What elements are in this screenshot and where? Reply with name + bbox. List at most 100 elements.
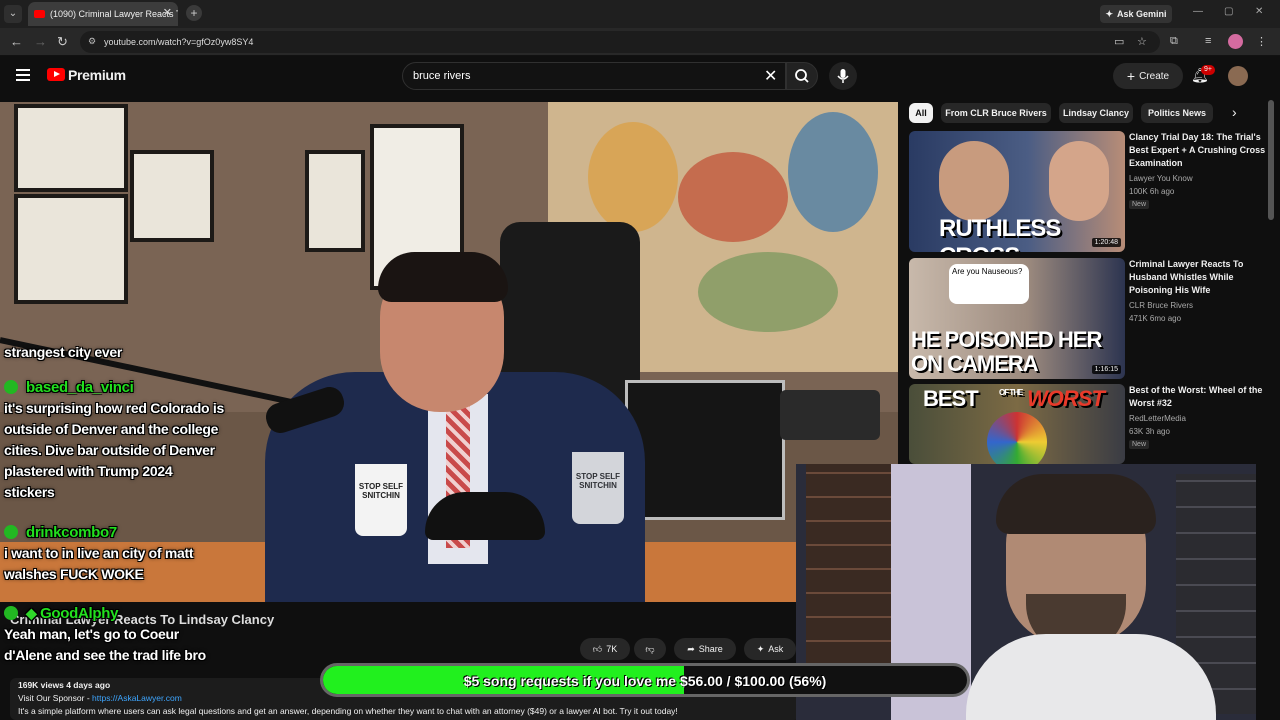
mug-right: STOP SELF SNITCHIN — [572, 452, 624, 524]
ask-gemini-label: Ask Gemini — [1117, 9, 1167, 19]
chip-lindsay-clancy[interactable]: Lindsay Clancy — [1059, 103, 1133, 123]
mug-text: STOP SELF SNITCHIN — [575, 472, 621, 490]
ask-gemini-button[interactable]: ✦ Ask Gemini — [1100, 5, 1172, 23]
thumbnail-text-worst: WORST — [1027, 386, 1105, 411]
address-bar[interactable]: youtube.com/watch?v=gfOz0yw8SY4 — [80, 31, 1160, 53]
host-hair — [378, 252, 508, 302]
chip-politics-news[interactable]: Politics News — [1141, 103, 1213, 123]
streamer-shirt — [966, 634, 1216, 720]
guide-menu-icon[interactable] — [16, 69, 30, 81]
gemini-icon: ✦ — [1105, 8, 1113, 19]
create-button[interactable]: + Create — [1113, 63, 1183, 89]
recommendation-title[interactable]: Best of the Worst: Wheel of the Worst #3… — [1129, 384, 1269, 410]
share-button[interactable]: ➦ Share — [674, 638, 736, 660]
thumbnail-text-best: BEST — [923, 386, 979, 411]
black-cap — [425, 492, 545, 540]
sparkle-icon: ✦ — [756, 643, 765, 654]
site-info-icon[interactable]: ⚙ — [88, 36, 99, 47]
forward-icon[interactable]: → — [34, 34, 47, 49]
recommendation-title[interactable]: Clancy Trial Day 18: The Trial's Best Ex… — [1129, 131, 1269, 170]
streamer-hair — [996, 474, 1156, 534]
cast-icon[interactable]: ▭ — [1114, 35, 1124, 48]
search-button[interactable] — [786, 62, 818, 90]
youtube-favicon-icon — [34, 10, 45, 18]
diploma-frame — [14, 194, 128, 304]
chat-message: ◆ GoodAlphy Yeah man, let's go to Coeur … — [4, 603, 206, 666]
chat-user-icon — [4, 525, 18, 539]
search-input[interactable] — [413, 70, 753, 82]
like-count: 7K — [606, 644, 618, 654]
scrollbar[interactable] — [1268, 100, 1274, 220]
recommendation-thumbnail[interactable]: RUTHLESS CROSS 1:20:48 — [909, 131, 1125, 252]
thumbnail-face — [1049, 141, 1109, 221]
reload-icon[interactable]: ↻ — [57, 34, 68, 50]
chevron-right-icon[interactable]: › — [1232, 104, 1237, 120]
minimize-icon[interactable]: — — [1193, 6, 1203, 17]
chat-message: drinkcombo7 i want to in live an city of… — [4, 522, 194, 585]
ask-button[interactable]: ✦ Ask — [744, 638, 796, 660]
recommendation-thumbnail[interactable]: Are you Nauseous? HE POISONED HER ON CAM… — [909, 258, 1125, 379]
chip-all[interactable]: All — [909, 103, 933, 123]
thumbnail-text-of-the: OF THE — [999, 388, 1023, 397]
desk-phone — [780, 390, 880, 440]
youtube-logo-icon[interactable] — [47, 68, 65, 81]
video-duration: 1:20:48 — [1091, 238, 1121, 247]
maximize-icon[interactable]: ▢ — [1224, 6, 1233, 17]
thumbs-up-icon: 👍︎ — [592, 643, 603, 654]
notification-count-badge: 9+ — [1201, 65, 1215, 75]
browser-toolbar: ← → ↻ youtube.com/watch?v=gfOz0yw8SY4 ⚙ … — [0, 28, 1280, 56]
chat-message-partial: strangest city ever — [4, 344, 123, 360]
back-icon[interactable]: ← — [10, 34, 23, 49]
search-box[interactable] — [402, 62, 786, 90]
recommendation-stats: 100K 6h ago — [1129, 187, 1175, 196]
clear-search-icon[interactable]: ✕ — [764, 66, 777, 86]
diploma-frame — [14, 104, 128, 192]
chip-from-clr[interactable]: From CLR Bruce Rivers — [941, 103, 1051, 123]
new-badge: New — [1129, 200, 1150, 209]
browser-tab[interactable]: (1090) Criminal Lawyer Reacts T ✕ — [28, 2, 178, 26]
painting-shape — [588, 122, 678, 232]
bookmark-star-icon[interactable]: ☆ — [1137, 35, 1147, 48]
tab-title: (1090) Criminal Lawyer Reacts T — [50, 9, 178, 19]
search-icon — [795, 69, 809, 83]
browser-menu-icon[interactable]: ⋮ — [1256, 35, 1267, 48]
sponsor-prefix: Visit Our Sponsor - — [18, 693, 93, 703]
diploma-frame — [305, 150, 365, 252]
microphone-icon — [837, 69, 849, 83]
browser-tab-bar: ⌄ (1090) Criminal Lawyer Reacts T ✕ + ✦ … — [0, 0, 1280, 28]
chat-line: plastered with Trump 2024 — [4, 463, 173, 479]
chat-username: drinkcombo7 — [26, 524, 117, 541]
recommendation-stats: 63K 3h ago — [1129, 427, 1170, 436]
youtube-premium-logo[interactable]: Premium — [68, 67, 126, 83]
donation-goal-bar: $5 song requests if you love me $56.00 /… — [320, 663, 970, 697]
new-tab-button[interactable]: + — [186, 5, 202, 21]
recommendation-thumbnail[interactable]: BEST OF THE WORST — [909, 384, 1125, 464]
share-icon: ➦ — [687, 643, 695, 654]
sponsor-link[interactable]: https://AskaLawyer.com — [92, 693, 182, 703]
thumbnail-text-line: HE POISONED HER — [911, 327, 1102, 352]
recommendation-channel[interactable]: CLR Bruce Rivers — [1129, 299, 1193, 312]
wheel-icon — [987, 412, 1047, 464]
create-label: Create — [1139, 70, 1170, 82]
browser-profile-avatar[interactable] — [1228, 34, 1243, 49]
painting-shape — [698, 252, 838, 332]
like-button[interactable]: 👍︎ 7K — [580, 638, 630, 660]
user-avatar[interactable] — [1228, 66, 1248, 86]
voice-search-button[interactable] — [829, 62, 857, 90]
chat-line: i want to in live an city of matt — [4, 545, 194, 561]
computer-monitor — [625, 380, 785, 520]
chat-bubble: Are you Nauseous? — [949, 264, 1029, 304]
extensions-icon[interactable]: ⧉ — [1170, 35, 1178, 48]
chat-line: outside of Denver and the college — [4, 421, 219, 437]
plus-icon: + — [1126, 68, 1136, 84]
dislike-button[interactable]: 👎︎ — [634, 638, 666, 660]
close-tab-icon[interactable]: ✕ — [163, 6, 172, 19]
tab-search-button[interactable]: ⌄ — [4, 5, 22, 23]
recommendation-channel[interactable]: RedLetterMedia — [1129, 412, 1186, 425]
recommendation-channel[interactable]: Lawyer You Know — [1129, 172, 1193, 185]
recommendation-title[interactable]: Criminal Lawyer Reacts To Husband Whistl… — [1129, 258, 1269, 297]
painting-shape — [678, 152, 788, 242]
chat-line: it's surprising how red Colorado is — [4, 400, 224, 416]
close-window-icon[interactable]: ✕ — [1255, 6, 1263, 17]
media-controls-icon[interactable]: ≡ — [1205, 35, 1211, 47]
